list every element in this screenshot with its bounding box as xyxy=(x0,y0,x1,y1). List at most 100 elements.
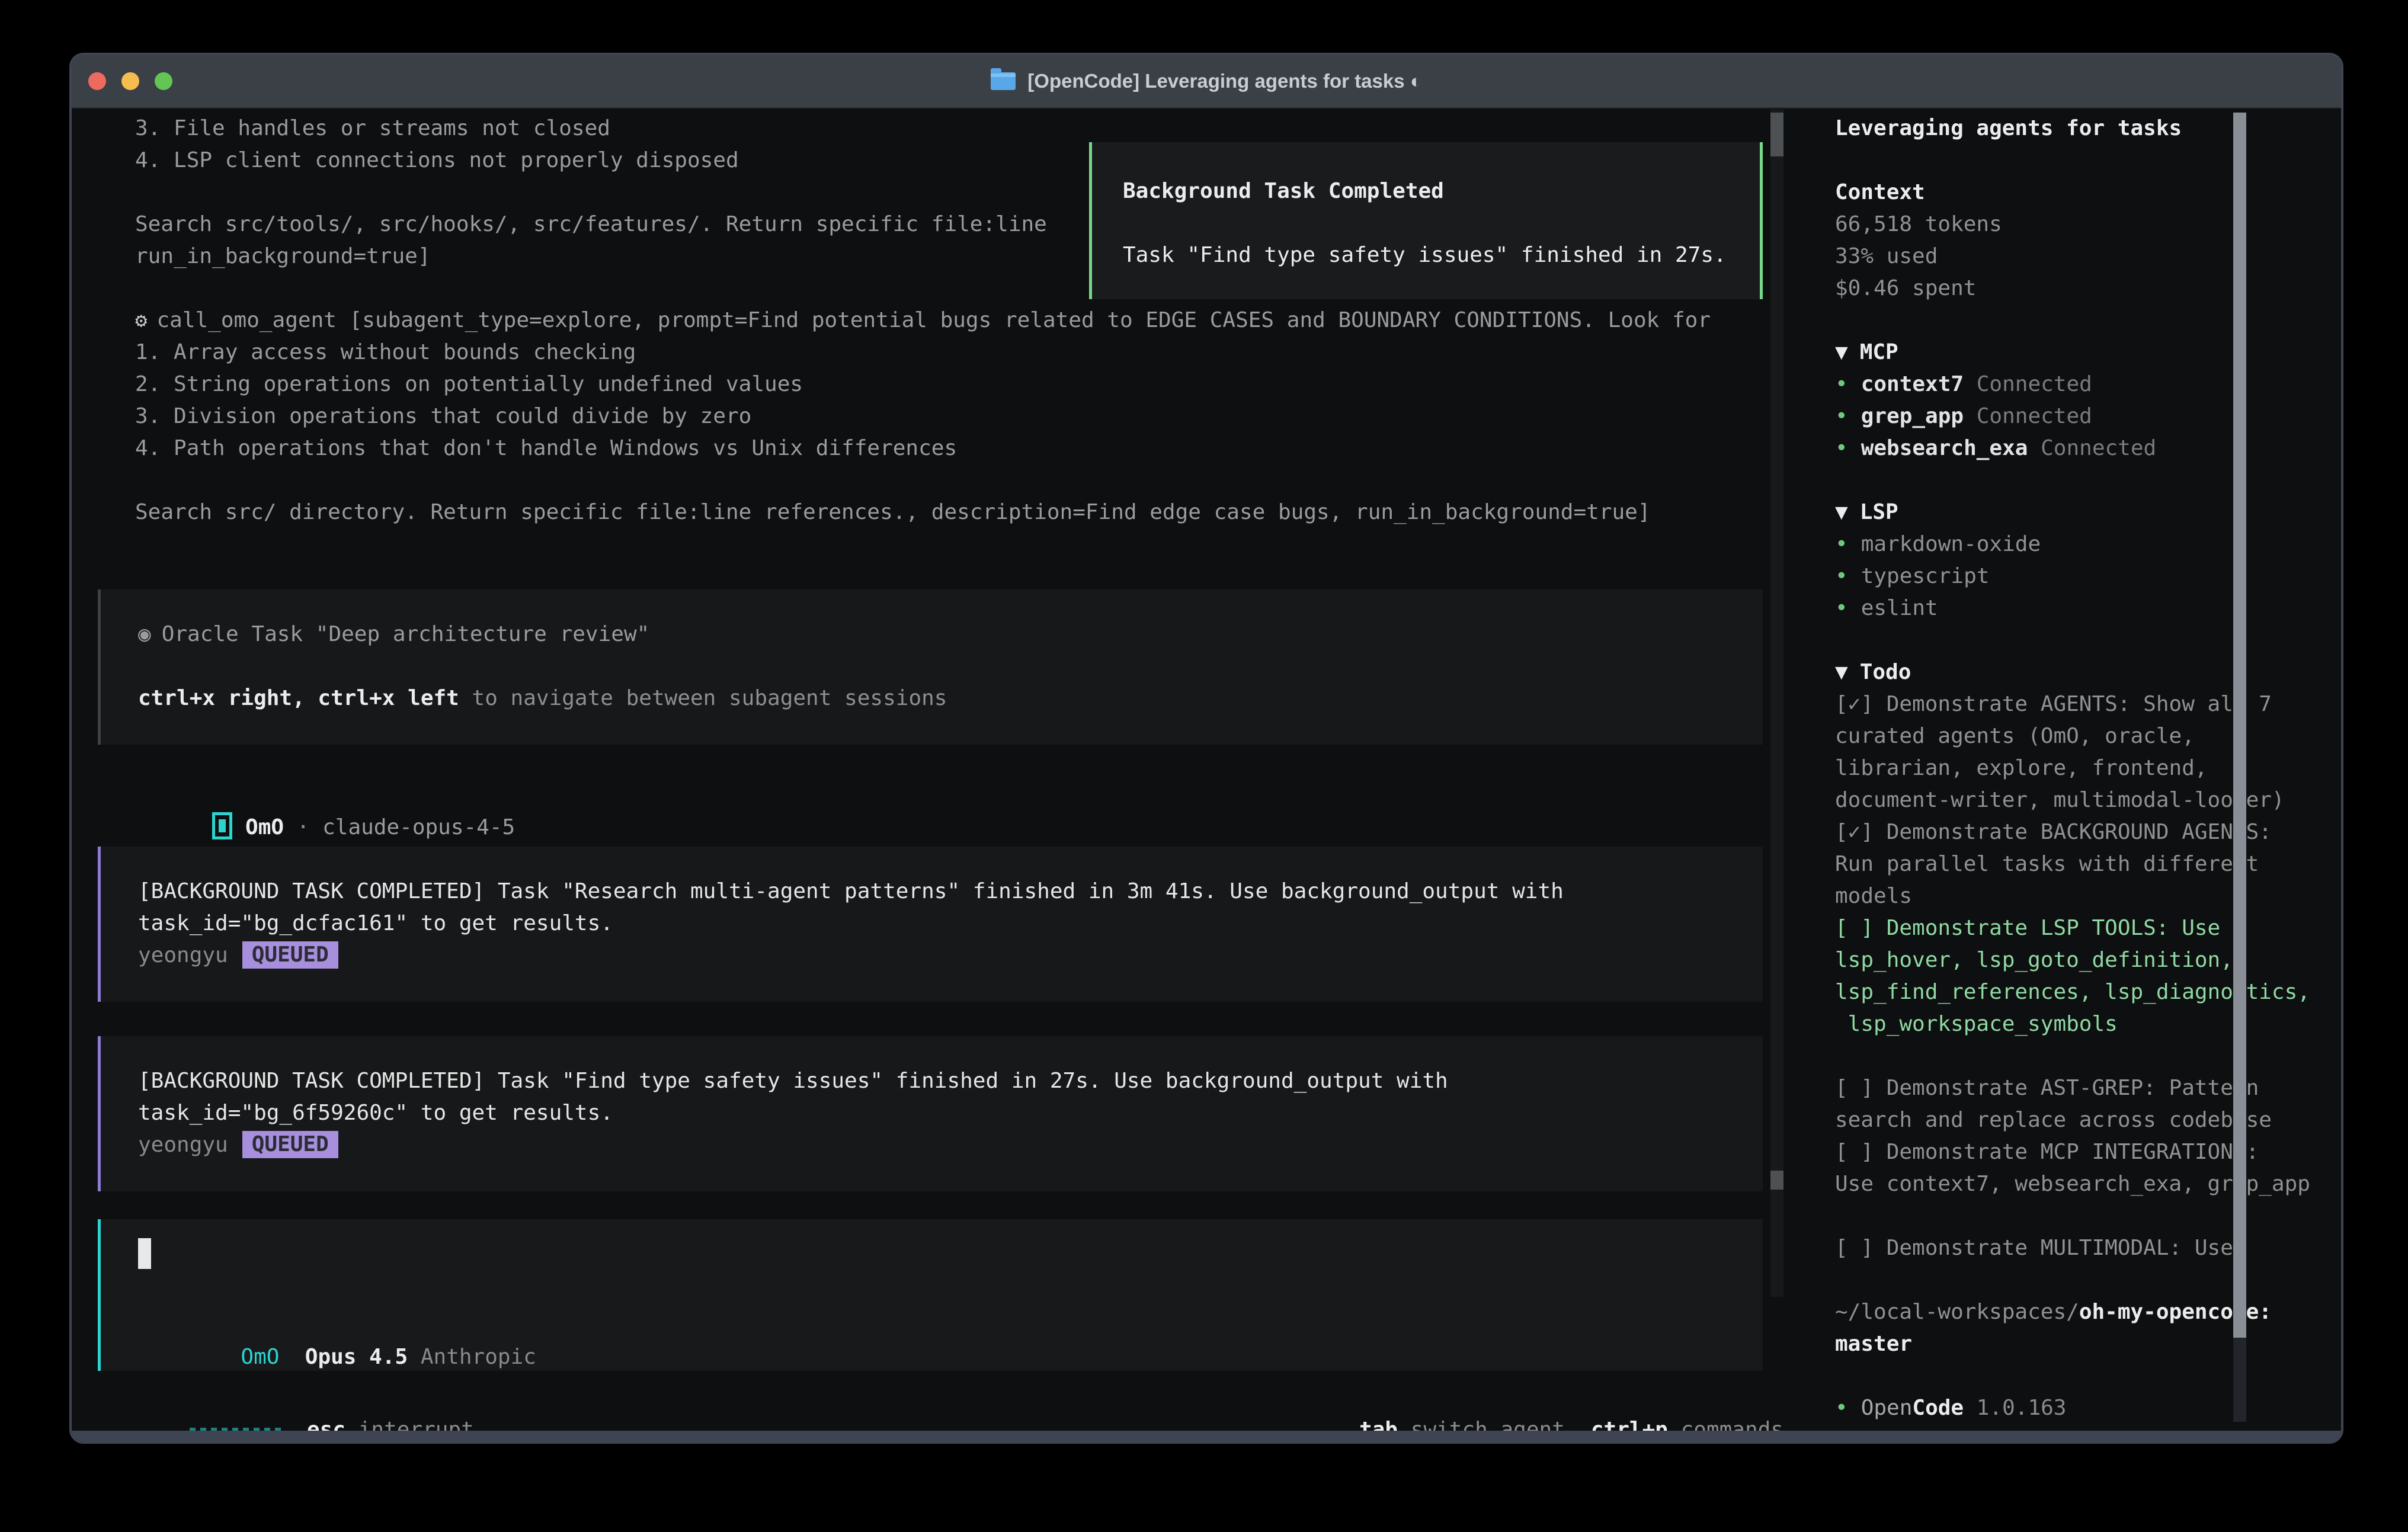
todo-line: [✓] Demonstrate BACKGROUND AGENTS: xyxy=(1835,816,2343,848)
status-bar: esc interrupt tab switch agentctrl+p com… xyxy=(113,1382,1783,1414)
agent-name: OmO xyxy=(245,815,284,839)
window-title-wrap: [OpenCode] Leveraging agents for tasks ◐ xyxy=(72,55,2341,107)
message-author: yeongyu xyxy=(138,1133,228,1157)
agent-separator: · xyxy=(284,815,322,839)
chevron-down-icon: ▼ xyxy=(1835,500,1848,524)
session-title: Leveraging agents for tasks xyxy=(1835,113,2343,145)
todo-list: [✓] Demonstrate AGENTS: Show all 7curate… xyxy=(1835,688,2343,1264)
context-heading: Context xyxy=(1835,177,2343,209)
terminal-line-text: 4. Path operations that don't handle Win… xyxy=(135,436,957,460)
context-stat: $0.46 spent xyxy=(1835,273,2343,305)
oracle-hint-line: ctrl+x right, ctrl+x left to navigate be… xyxy=(138,682,1763,714)
window-bottom-edge xyxy=(72,1431,2341,1441)
queued-badge: QUEUED xyxy=(242,941,338,969)
todo-line: search and replace across codebase xyxy=(1835,1104,2343,1136)
lsp-list: •markdown-oxide• typescript• eslint xyxy=(1835,528,2343,624)
main-scrollbar-mark[interactable] xyxy=(1770,1171,1783,1190)
modeline-provider: Anthropic xyxy=(408,1345,536,1369)
lsp-name: eslint xyxy=(1861,596,1938,620)
oracle-task-box: ◉Oracle Task "Deep architecture review" … xyxy=(98,589,1763,745)
terminal-line: 4. Path operations that don't handle Win… xyxy=(135,432,1711,464)
todo-line: librarian, explore, frontend, xyxy=(1835,752,2343,784)
prompt-input[interactable]: OmO Opus 4.5 Anthropic xyxy=(98,1219,1763,1371)
terminal-line-text: 4. LSP client connections not properly d… xyxy=(135,148,739,172)
mcp-name: context7 xyxy=(1861,372,1964,396)
terminal-line-text: Search src/ directory. Return specific f… xyxy=(135,500,1651,524)
todo-line: [✓] Demonstrate AGENTS: Show all 7 xyxy=(1835,688,2343,720)
oracle-task-title: ◉ Oracle Task "Deep architecture review" xyxy=(138,618,1763,650)
workspace-path-prefix: ~/local-workspaces/ xyxy=(1835,1300,2079,1324)
window-titlebar[interactable]: [OpenCode] Leveraging agents for tasks ◐ xyxy=(72,55,2341,108)
oracle-hint-keys: ctrl+x right, ctrl+x left xyxy=(138,686,459,710)
workspace-path: ~/local-workspaces/oh-my-opencode: xyxy=(1835,1296,2343,1328)
terminal-line: 3. File handles or streams not closed xyxy=(135,113,1711,145)
main-scrollbar-track[interactable] xyxy=(1770,110,1783,1297)
agent-header: OmO · claude-opus-4-5 xyxy=(135,780,515,812)
todo-line: models xyxy=(1835,880,2343,912)
terminal-line: 2. String operations on potentially unde… xyxy=(135,368,1711,400)
chevron-down-icon: ▼ xyxy=(1835,660,1848,684)
lsp-name: markdown-oxide xyxy=(1861,532,2041,556)
todo-section-header[interactable]: ▼ Todo xyxy=(1835,656,2343,688)
todo-line: lsp_hover, lsp_goto_definition, xyxy=(1835,944,2343,976)
todo-line: [ ] Demonstrate AST-GREP: Pattern xyxy=(1835,1072,2343,1104)
todo-line: [ ] Demonstrate MULTIMODAL: Use xyxy=(1835,1232,2343,1264)
todo-line: curated agents (OmO, oracle, xyxy=(1835,720,2343,752)
mcp-heading: MCP xyxy=(1860,340,1898,364)
main-scrollbar-thumb[interactable] xyxy=(1770,113,1783,156)
todo-line: document-writer, multimodal-looker) xyxy=(1835,784,2343,816)
terminal-line-text: Search src/tools/, src/hooks/, src/featu… xyxy=(135,212,1047,236)
sidebar-scrollbar-thumb[interactable] xyxy=(2233,113,2246,1338)
todo-line: lsp_find_references, lsp_diagnostics, xyxy=(1835,976,2343,1008)
app-name-light: Open xyxy=(1861,1396,1913,1420)
terminal-line: 3. Division operations that could divide… xyxy=(135,400,1711,432)
lsp-section-header[interactable]: ▼ LSP xyxy=(1835,496,2343,528)
workspace-branch: master xyxy=(1835,1328,2343,1360)
bullet-icon: • xyxy=(1835,404,1848,428)
mcp-item: •grep_app Connected xyxy=(1835,400,2343,432)
mcp-section-header[interactable]: ▼ MCP xyxy=(1835,336,2343,368)
context-stat: 33% used xyxy=(1835,241,2343,273)
terminal-line: ⚙call_omo_agent [subagent_type=explore, … xyxy=(135,305,1711,336)
terminal-line-text: 2. String operations on potentially unde… xyxy=(135,372,803,396)
oracle-task-icon: ◉ xyxy=(138,622,151,646)
terminal-line-text: run_in_background=true] xyxy=(135,244,431,268)
mcp-status: Connected xyxy=(1964,372,2092,396)
todo-line xyxy=(1835,1040,2343,1072)
todo-heading: Todo xyxy=(1860,660,1911,684)
lsp-item: • typescript xyxy=(1835,560,2343,592)
oracle-hint-text: to navigate between subagent sessions xyxy=(459,686,947,710)
todo-line: Use context7, websearch_exa, grep_app xyxy=(1835,1168,2343,1200)
mcp-status: Connected xyxy=(1964,404,2092,428)
version-line: •OpenCode 1.0.163 xyxy=(1835,1392,2343,1424)
terminal-line: Search src/ directory. Return specific f… xyxy=(135,496,1711,528)
background-task-toast: Background Task Completed Task "Find typ… xyxy=(1089,142,1763,299)
terminal-line xyxy=(135,464,1711,496)
message-line-1: [BACKGROUND TASK COMPLETED] Task "Resear… xyxy=(138,876,1763,908)
chevron-down-icon: ▼ xyxy=(1835,340,1848,364)
oracle-task-text: Oracle Task "Deep architecture review" xyxy=(162,622,650,646)
modeline-gap xyxy=(279,1345,305,1369)
bullet-icon: • xyxy=(1835,436,1848,460)
lsp-name: typescript xyxy=(1861,564,1990,588)
toast-spacer xyxy=(1123,207,1760,239)
queued-badge: QUEUED xyxy=(242,1131,338,1158)
message-author: yeongyu xyxy=(138,943,228,967)
context-stats: 66,518 tokens33% used$0.46 spent xyxy=(1835,209,2343,305)
app-name-bold: Code xyxy=(1912,1396,1964,1420)
agent-model: claude-opus-4-5 xyxy=(322,815,515,839)
lsp-item: •markdown-oxide xyxy=(1835,528,2343,560)
context-stat: 66,518 tokens xyxy=(1835,209,2343,241)
modeline-agent: OmO xyxy=(241,1345,279,1369)
text-cursor xyxy=(138,1238,151,1269)
window-title: [OpenCode] Leveraging agents for tasks ◐ xyxy=(1027,70,1421,92)
message-meta: yeongyu QUEUED xyxy=(138,940,1763,972)
modeline-model[interactable]: Opus 4.5 xyxy=(305,1345,408,1369)
bullet-icon: • xyxy=(1835,564,1848,588)
todo-line: Run parallel tasks with different xyxy=(1835,848,2343,880)
lsp-heading: LSP xyxy=(1860,500,1898,524)
todo-line: lsp_workspace_symbols xyxy=(1835,1008,2343,1040)
message-line-2: task_id="bg_6f59260c" to get results. xyxy=(138,1097,1763,1129)
terminal-content: 3. File handles or streams not closed 4. … xyxy=(72,107,2341,1431)
terminal-window: [OpenCode] Leveraging agents for tasks ◐… xyxy=(69,53,2343,1444)
